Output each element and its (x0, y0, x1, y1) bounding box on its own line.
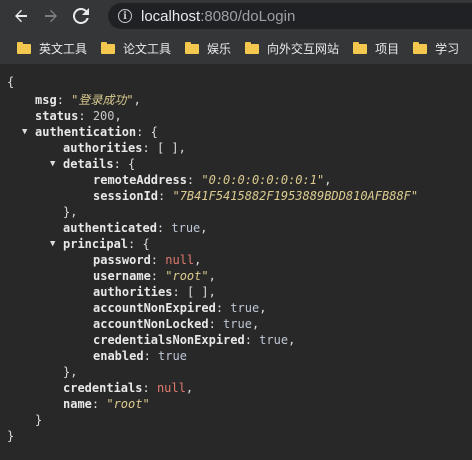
json-open-brace: { (7, 75, 15, 89)
folder-icon (245, 42, 260, 54)
url-text[interactable]: localhost:8080/doLogin (141, 8, 295, 25)
json-boolean: true (171, 221, 201, 235)
json-key: sessionId (93, 189, 159, 203)
bookmark-label: 向外交互网站 (267, 41, 340, 56)
forward-button[interactable] (36, 0, 66, 32)
json-line-status: status: 200, (35, 109, 122, 123)
collapse-toggle-icon[interactable]: ▼ (50, 156, 55, 172)
json-close-authentication: } (35, 413, 43, 427)
json-string: "root" (106, 397, 150, 411)
bookmark-folder[interactable]: 论文工具 (101, 40, 171, 57)
json-key: msg (35, 93, 57, 107)
json-number: 200 (92, 109, 115, 123)
folder-icon (101, 42, 116, 54)
json-key: enabled (93, 349, 144, 363)
json-string: "0:0:0:0:0:0:0:1" (201, 173, 325, 187)
bookmark-label: 娱乐 (207, 41, 232, 56)
json-array: [ ] (186, 285, 209, 299)
json-boolean: true (259, 333, 289, 347)
json-close-brace: } (7, 429, 15, 443)
info-icon[interactable]: i (118, 9, 132, 23)
json-key: credentials (63, 381, 143, 395)
back-button[interactable] (6, 0, 36, 32)
json-line-principal-authorities: authorities: [ ], (93, 285, 216, 299)
bookmark-folder[interactable]: 向外交互网站 (245, 40, 339, 57)
json-key: name (63, 397, 92, 411)
json-boolean: true (230, 301, 260, 315)
json-line-principal: principal: { (63, 237, 150, 251)
json-string: "root" (165, 269, 209, 283)
arrow-left-icon (15, 9, 27, 23)
json-line-details: details: { (63, 157, 136, 171)
reload-button[interactable] (66, 0, 96, 32)
folder-icon (17, 42, 31, 54)
json-array: [ ] (156, 141, 179, 155)
json-line-name: name: "root" (63, 397, 150, 411)
collapse-toggle-icon[interactable]: ▼ (22, 124, 27, 140)
bookmark-folder[interactable]: 娱乐 (185, 40, 231, 57)
json-line-authentication: authentication: { (35, 125, 158, 139)
json-key: accountNonExpired (93, 301, 216, 315)
json-key: accountNonLocked (93, 317, 209, 331)
bookmark-label: 英文工具 (39, 41, 88, 56)
json-boolean: true (223, 317, 252, 331)
json-line-credentials: credentials: null, (63, 381, 194, 395)
arrow-right-icon (45, 9, 57, 23)
json-key: password (93, 253, 151, 267)
address-bar[interactable]: i localhost:8080/doLogin (108, 3, 472, 29)
json-line-credentialsnonexpired: credentialsNonExpired: true, (93, 333, 296, 347)
json-key: remoteAddress (93, 173, 187, 187)
bookmark-folder[interactable]: 英文工具 (17, 40, 87, 57)
json-key: authentication (35, 125, 137, 139)
json-close-principal: }, (63, 365, 78, 379)
json-key: authorities (93, 285, 173, 299)
url-path: :8080/doLogin (200, 7, 296, 25)
json-viewer: { msg: "登录成功", status: 200, ▼ authentica… (0, 65, 472, 460)
json-line-remoteaddress: remoteAddress: "0:0:0:0:0:0:0:1", (93, 173, 332, 187)
json-string: "7B41F5415882F1953889BDD810AFB88F" (172, 189, 419, 203)
json-null: null (156, 381, 186, 395)
collapse-toggle-icon[interactable]: ▼ (50, 236, 55, 252)
json-line-accountnonexpired: accountNonExpired: true, (93, 301, 267, 315)
bookmark-label: 项目 (375, 41, 400, 56)
json-null: null (165, 253, 195, 267)
folder-icon (413, 42, 428, 54)
url-host: localhost (141, 7, 201, 25)
json-key: credentialsNonExpired (93, 333, 245, 347)
json-key: authorities (63, 141, 143, 155)
browser-toolbar: i localhost:8080/doLogin (0, 0, 472, 32)
json-line-sessionid: sessionId: "7B41F5415882F1953889BDD810AF… (93, 189, 419, 203)
json-close-details: }, (63, 205, 78, 219)
json-line-enabled: enabled: true (93, 349, 187, 363)
json-line-authenticated: authenticated: true, (63, 221, 208, 235)
bookmarks-bar: 英文工具 论文工具 娱乐 向外交互网站 项目 学习 (0, 32, 472, 65)
json-line-username: username: "root", (93, 269, 216, 283)
json-key: authenticated (63, 221, 157, 235)
bookmark-label: 论文工具 (123, 41, 172, 56)
json-line-authorities: authorities: [ ], (63, 141, 186, 155)
folder-icon (353, 42, 368, 54)
bookmark-folder[interactable]: 项目 (353, 40, 399, 57)
json-key: username (93, 269, 151, 283)
bookmark-label: 学习 (435, 41, 460, 56)
json-line-password: password: null, (93, 253, 202, 267)
json-key: status (35, 109, 79, 123)
bookmark-folder[interactable]: 学习 (413, 40, 459, 57)
json-key: principal (63, 237, 129, 251)
json-line-msg: msg: "登录成功", (35, 93, 141, 107)
json-line-accountnonlocked: accountNonLocked: true, (93, 317, 260, 331)
json-string: "登录成功" (71, 93, 134, 107)
json-boolean: true (158, 349, 187, 363)
reload-icon (73, 8, 89, 24)
json-key: details (63, 157, 114, 171)
folder-icon (185, 42, 200, 54)
